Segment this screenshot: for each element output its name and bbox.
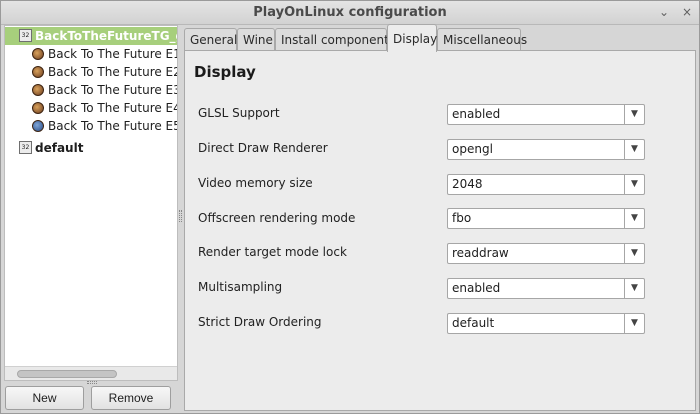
tree-item-episode-4[interactable]: Back To The Future E4: D <box>5 99 177 117</box>
configuration-window: PlayOnLinux configuration ⌄ × 32 BackToT… <box>0 0 700 414</box>
chevron-down-icon[interactable]: ▼ <box>624 140 644 159</box>
video-memory-size-select[interactable]: 2048 ▼ <box>447 174 645 195</box>
chevron-down-icon[interactable]: ▼ <box>624 279 644 298</box>
chevron-down-icon[interactable]: ▼ <box>624 209 644 228</box>
glsl-support-select[interactable]: enabled ▼ <box>447 104 645 125</box>
tab-install-components[interactable]: Install components <box>275 28 395 51</box>
tab-wine[interactable]: Wine <box>237 28 275 51</box>
selected-value: fbo <box>452 211 472 225</box>
game-icon <box>32 102 44 114</box>
tree-item-label: Back To The Future E3: C <box>48 83 177 97</box>
direct-draw-renderer-label: Direct Draw Renderer <box>198 141 328 155</box>
direct-draw-renderer-select[interactable]: opengl ▼ <box>447 139 645 160</box>
game-icon <box>32 120 44 132</box>
window-title: PlayOnLinux configuration <box>253 5 447 20</box>
tree-item-episode-2[interactable]: Back To The Future E2: G <box>5 63 177 81</box>
offscreen-rendering-mode-select[interactable]: fbo ▼ <box>447 208 645 229</box>
prefix-tree[interactable]: 32 BackToTheFutureTG_gog Back To The Fut… <box>4 25 178 381</box>
chevron-down-icon[interactable]: ▼ <box>624 314 644 333</box>
tree-item-backtothefuturetg-gog[interactable]: 32 BackToTheFutureTG_gog <box>5 27 177 45</box>
strict-draw-ordering-label: Strict Draw Ordering <box>198 315 322 329</box>
multisampling-label: Multisampling <box>198 280 283 294</box>
multisampling-select[interactable]: enabled ▼ <box>447 278 645 299</box>
video-memory-size-label: Video memory size <box>198 176 313 190</box>
panel-splitter[interactable] <box>178 25 183 413</box>
tree-item-label: Back To The Future E4: D <box>48 101 177 115</box>
tree-item-default[interactable]: 32 default <box>5 139 177 157</box>
tab-display[interactable]: Display <box>387 24 437 52</box>
minimize-icon[interactable]: ⌄ <box>657 5 671 19</box>
selected-value: enabled <box>452 107 501 121</box>
glsl-support-label: GLSL Support <box>198 106 280 120</box>
chevron-down-icon[interactable]: ▼ <box>624 105 644 124</box>
title-bar[interactable]: PlayOnLinux configuration ⌄ × <box>1 1 699 25</box>
tree-item-label: BackToTheFutureTG_gog <box>35 29 177 43</box>
selected-value: readdraw <box>452 246 509 260</box>
chevron-down-icon[interactable]: ▼ <box>624 244 644 263</box>
offscreen-rendering-mode-label: Offscreen rendering mode <box>198 211 356 225</box>
remove-button[interactable]: Remove <box>91 386 171 410</box>
tree-item-episode-5[interactable]: Back To The Future E5: O <box>5 117 177 135</box>
new-button[interactable]: New <box>5 386 84 410</box>
game-icon <box>32 66 44 78</box>
tree-item-label: Back To The Future E1: It <box>48 47 177 61</box>
chevron-down-icon[interactable]: ▼ <box>624 175 644 194</box>
tree-item-episode-1[interactable]: Back To The Future E1: It <box>5 45 177 63</box>
tab-general[interactable]: General <box>184 28 237 51</box>
close-icon[interactable]: × <box>680 5 694 19</box>
horizontal-scrollbar[interactable] <box>5 366 177 380</box>
wine-32bit-icon: 32 <box>19 29 32 42</box>
section-title: Display <box>194 63 256 81</box>
render-target-mode-lock-select[interactable]: readdraw ▼ <box>447 243 645 264</box>
tree-item-episode-3[interactable]: Back To The Future E3: C <box>5 81 177 99</box>
splitter-grip-icon <box>179 210 182 222</box>
display-settings-panel: Display GLSL Support enabled ▼ Direct Dr… <box>184 50 696 411</box>
render-target-mode-lock-label: Render target mode lock <box>198 245 347 259</box>
tab-miscellaneous[interactable]: Miscellaneous <box>437 28 527 51</box>
tree-item-label: Back To The Future E2: G <box>48 65 177 79</box>
tree-item-label: Back To The Future E5: O <box>48 119 177 133</box>
game-icon <box>32 48 44 60</box>
scrollbar-thumb[interactable] <box>17 370 117 378</box>
selected-value: enabled <box>452 281 501 295</box>
selected-value: default <box>452 316 495 330</box>
game-icon <box>32 84 44 96</box>
strict-draw-ordering-select[interactable]: default ▼ <box>447 313 645 334</box>
wine-32bit-icon: 32 <box>19 141 32 154</box>
tree-item-label: default <box>35 141 84 155</box>
vertical-resize-handle[interactable] <box>87 381 97 384</box>
selected-value: 2048 <box>452 177 483 191</box>
selected-value: opengl <box>452 142 493 156</box>
